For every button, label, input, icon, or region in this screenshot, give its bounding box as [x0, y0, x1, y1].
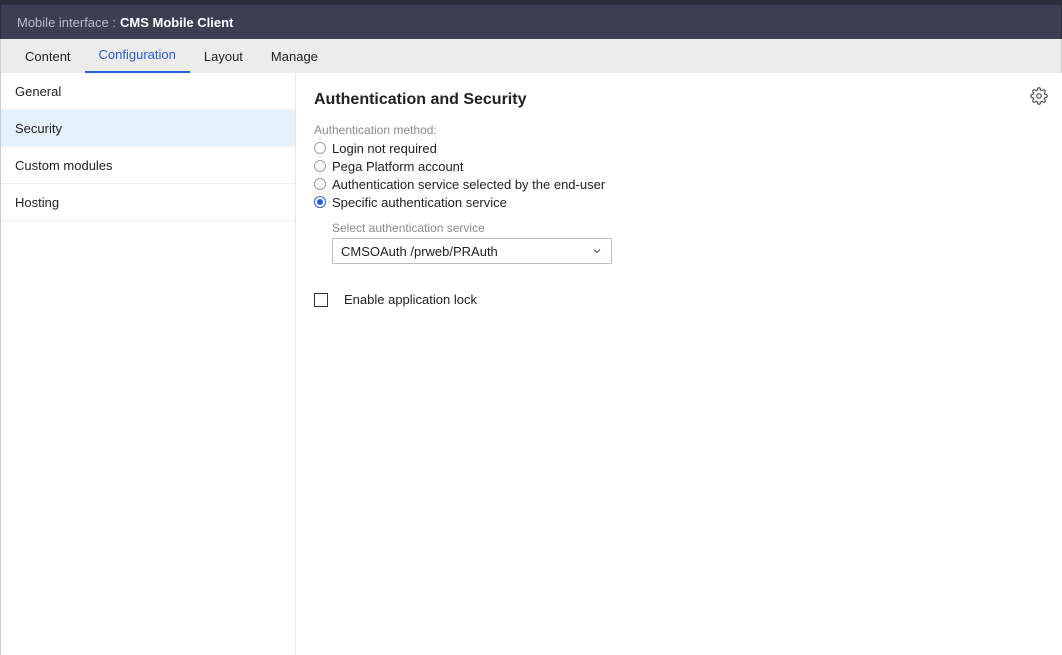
radio-label: Login not required: [332, 141, 437, 156]
auth-service-select-block: Select authentication service CMSOAuth /…: [332, 221, 1044, 264]
header-bar: Mobile interface : CMS Mobile Client: [0, 5, 1062, 39]
enable-app-lock-row: Enable application lock: [314, 292, 1044, 307]
radio-icon: [314, 160, 326, 172]
sidebar-item-label: General: [15, 84, 61, 99]
tab-layout[interactable]: Layout: [190, 41, 257, 73]
header-title: CMS Mobile Client: [120, 15, 233, 30]
chevron-down-icon: [591, 245, 603, 257]
radio-label: Authentication service selected by the e…: [332, 177, 605, 192]
radio-specific-auth-service[interactable]: Specific authentication service: [314, 193, 1044, 211]
tab-configuration[interactable]: Configuration: [85, 39, 190, 73]
radio-icon: [314, 196, 326, 208]
sidebar-item-hosting[interactable]: Hosting: [1, 184, 295, 221]
content-row: General Security Custom modules Hosting …: [0, 73, 1062, 655]
sidebar-item-general[interactable]: General: [1, 73, 295, 110]
gear-icon[interactable]: [1030, 87, 1048, 105]
sidebar-item-security[interactable]: Security: [1, 110, 295, 147]
tab-content[interactable]: Content: [11, 41, 85, 73]
radio-login-not-required[interactable]: Login not required: [314, 139, 1044, 157]
radio-icon: [314, 142, 326, 154]
auth-service-select[interactable]: CMSOAuth /prweb/PRAuth: [332, 238, 612, 264]
radio-icon: [314, 178, 326, 190]
sidebar-item-label: Hosting: [15, 195, 59, 210]
main-card: Authentication and Security Authenticati…: [296, 73, 1062, 655]
radio-label: Specific authentication service: [332, 195, 507, 210]
tab-manage[interactable]: Manage: [257, 41, 332, 73]
tabs-bar: Content Configuration Layout Manage: [0, 39, 1062, 73]
sidebar-item-label: Security: [15, 121, 62, 136]
sidebar-item-custom-modules[interactable]: Custom modules: [1, 147, 295, 184]
enable-app-lock-label: Enable application lock: [344, 292, 477, 307]
radio-label: Pega Platform account: [332, 159, 464, 174]
auth-method-label: Authentication method:: [314, 123, 1044, 137]
sidebar-item-label: Custom modules: [15, 158, 113, 173]
auth-method-radio-group: Login not required Pega Platform account…: [314, 139, 1044, 211]
auth-service-select-value: CMSOAuth /prweb/PRAuth: [341, 244, 498, 259]
main-area: Authentication and Security Authenticati…: [296, 73, 1062, 655]
auth-service-select-label: Select authentication service: [332, 221, 1044, 235]
enable-app-lock-checkbox[interactable]: [314, 293, 328, 307]
radio-pega-platform-account[interactable]: Pega Platform account: [314, 157, 1044, 175]
radio-auth-service-end-user[interactable]: Authentication service selected by the e…: [314, 175, 1044, 193]
main-title: Authentication and Security: [314, 91, 1044, 109]
sidebar: General Security Custom modules Hosting: [1, 73, 296, 655]
header-prefix: Mobile interface :: [17, 15, 116, 30]
